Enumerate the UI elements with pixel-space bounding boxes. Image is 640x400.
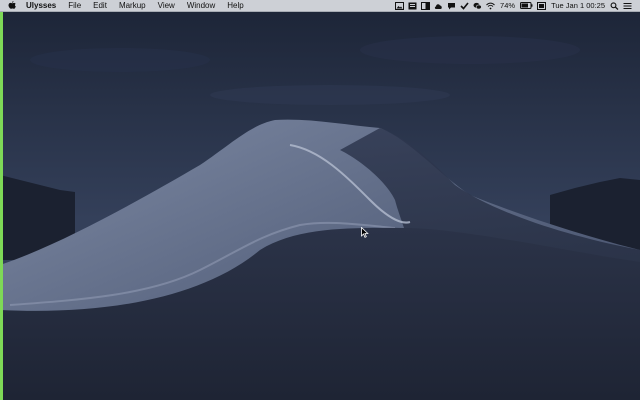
desktop-wallpaper — [0, 0, 640, 400]
wifi-icon[interactable] — [486, 2, 495, 10]
mouse-cursor-icon — [361, 227, 369, 238]
keyboard-icon[interactable] — [537, 1, 547, 10]
apple-logo-icon[interactable] — [6, 1, 18, 10]
check-icon[interactable] — [460, 1, 469, 10]
battery-icon[interactable] — [520, 2, 533, 10]
search-icon[interactable] — [610, 1, 619, 10]
menu-help[interactable]: Help — [221, 0, 249, 12]
list-icon[interactable] — [623, 2, 632, 10]
menu-app-name[interactable]: Ulysses — [24, 0, 62, 12]
battery-percent: 74% — [500, 1, 516, 10]
window-edge-strip — [0, 12, 3, 400]
menu-markup[interactable]: Markup — [113, 0, 152, 12]
menu-view[interactable]: View — [152, 0, 181, 12]
chat-icon[interactable] — [447, 2, 456, 10]
photo-icon[interactable] — [395, 1, 405, 10]
menu-edit[interactable]: Edit — [87, 0, 113, 12]
menu-file[interactable]: File — [62, 0, 87, 12]
folder-icon[interactable] — [421, 1, 431, 10]
menu-bar-left: Ulysses File Edit Markup View Window Hel… — [0, 0, 250, 11]
menu-clock[interactable]: Tue Jan 1 00:25 — [551, 1, 605, 10]
wechat-icon[interactable] — [473, 2, 482, 10]
menu-window[interactable]: Window — [181, 0, 221, 12]
menu-bar-right: 74% Tue Jan 1 00:25 — [393, 0, 640, 11]
cloud-icon[interactable] — [434, 2, 443, 10]
menu-bar: Ulysses File Edit Markup View Window Hel… — [0, 0, 640, 12]
document-icon[interactable] — [408, 2, 417, 10]
